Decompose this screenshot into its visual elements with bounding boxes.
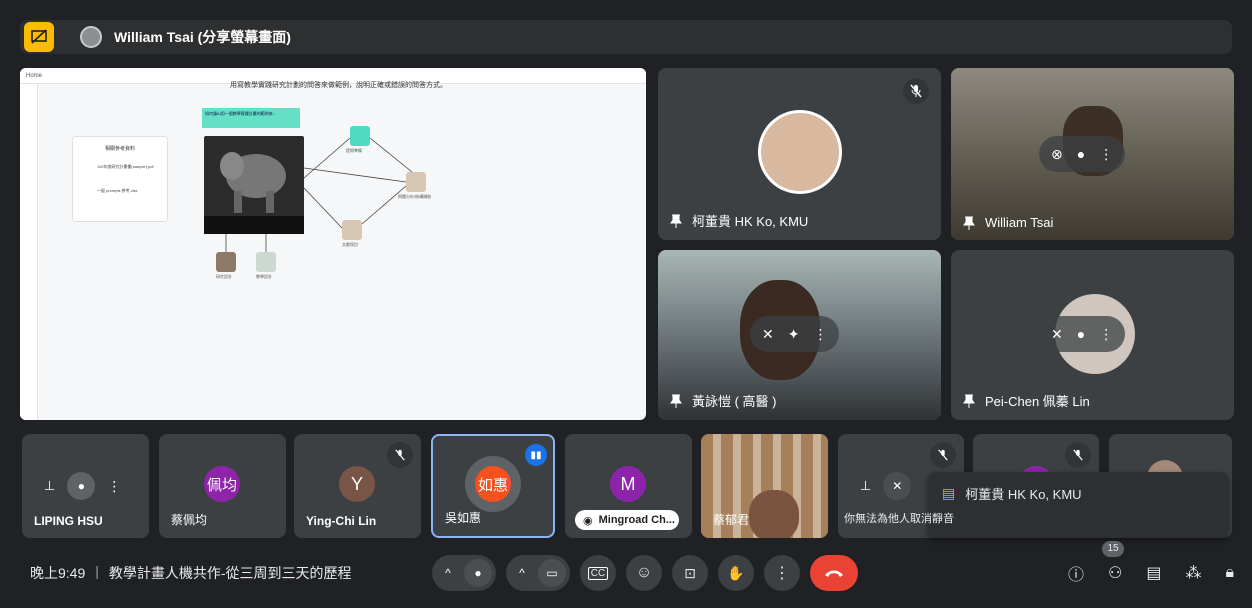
mic-off-icon bbox=[903, 78, 929, 104]
tile-controls[interactable]: ⊥ ✕ bbox=[848, 468, 924, 504]
participant-tile-peichen[interactable]: ✕ ● ⋮ Pei-Chen 佩蓁 Lin bbox=[951, 250, 1234, 420]
peichen-name: Pei-Chen 佩蓁 Lin bbox=[985, 394, 1090, 409]
diagram-arrows bbox=[225, 137, 413, 252]
toast-header: ▤ 柯董貴 HK Ko, KMU bbox=[942, 484, 1082, 503]
camera-icon[interactable]: ▭ bbox=[538, 559, 566, 587]
chevron-up-icon[interactable]: ^ bbox=[436, 566, 460, 580]
participant-tile-ruhui[interactable]: ▮▮ 如惠 吳如惠 bbox=[431, 434, 555, 538]
mic-off-icon[interactable]: ✕ bbox=[883, 472, 912, 500]
shared-screen[interactable]: Home 用寫教學實踐研究計劃的問答來做範例，說明正確或錯誤的問答方式。 相關參… bbox=[20, 68, 646, 420]
mic-icon[interactable]: ● bbox=[1077, 146, 1085, 162]
peijun-avatar: 佩均 bbox=[204, 466, 240, 502]
more-icon[interactable]: ⋮ bbox=[107, 478, 121, 495]
clock-time: 晚上9:49 bbox=[30, 565, 86, 581]
pin-icon[interactable]: ⊥ bbox=[860, 478, 871, 494]
ko-avatar bbox=[758, 110, 842, 194]
huang-name-label: 黃詠愷 ( 高醫 ) bbox=[670, 391, 777, 410]
mic-off-icon bbox=[930, 442, 956, 468]
peichen-name-label: Pei-Chen 佩蓁 Lin bbox=[963, 391, 1090, 410]
william-name: William Tsai bbox=[985, 215, 1054, 230]
william-name-label: William Tsai bbox=[963, 215, 1053, 230]
participant-tile-william[interactable]: ⊗ ● ⋮ William Tsai bbox=[951, 68, 1234, 240]
yingchi-avatar: Y bbox=[339, 466, 375, 502]
presenter-bar: William Tsai (分享螢幕畫面) bbox=[20, 20, 1232, 54]
presenter-name: William Tsai (分享螢幕畫面) bbox=[114, 29, 291, 45]
presentation-icon[interactable] bbox=[24, 22, 54, 52]
mic-control[interactable]: ^ ● bbox=[432, 555, 496, 591]
participant-tile-ko[interactable]: 柯董貴 HK Ko, KMU bbox=[658, 68, 941, 240]
meeting-info: 晚上9:49 | 教學計畫人機共作-從三周到三天的歷程 bbox=[30, 563, 352, 583]
tsai-head bbox=[749, 490, 799, 538]
toast-message: 你無法為他人取消靜音 bbox=[844, 513, 954, 525]
effects-icon[interactable]: ✦ bbox=[788, 326, 800, 343]
host-controls-icon[interactable]: 🔒︎ bbox=[1225, 564, 1234, 582]
chevron-up-icon[interactable]: ^ bbox=[510, 566, 534, 580]
more-icon[interactable]: ⋮ bbox=[1099, 146, 1113, 163]
participant-tile-yingchi[interactable]: Y Ying-Chi Lin bbox=[294, 434, 421, 538]
participant-tile-liping[interactable]: ⊥ ● ⋮ LIPING HSU bbox=[22, 434, 149, 538]
camera-control[interactable]: ^ ▭ bbox=[506, 555, 570, 591]
chat-icon: ▤ bbox=[942, 485, 956, 501]
mingroad-name: Mingroad Ch... bbox=[598, 514, 675, 526]
participant-tile-peijun[interactable]: 佩均 蔡佩均 bbox=[159, 434, 286, 538]
right-controls: ⓘ ⚇ 15 ▤ ⁂ 🔒︎ bbox=[1068, 541, 1234, 598]
liping-controls[interactable]: ⊥ ● ⋮ bbox=[32, 468, 134, 504]
liping-name: LIPING HSU bbox=[34, 514, 103, 528]
mic-icon[interactable]: ● bbox=[464, 559, 492, 587]
peijun-name: 蔡佩均 bbox=[171, 513, 208, 527]
present-screen-icon[interactable]: ⊡ bbox=[672, 555, 708, 591]
william-controls[interactable]: ⊗ ● ⋮ bbox=[1039, 136, 1126, 172]
ko-name-label: 柯董貴 HK Ko, KMU bbox=[670, 211, 808, 230]
more-options-icon[interactable]: ⋮ bbox=[764, 555, 800, 591]
presenter-avatar bbox=[80, 26, 102, 48]
pin-icon[interactable] bbox=[963, 216, 975, 230]
mic-off-icon bbox=[387, 442, 413, 468]
participant-tile-mingroad[interactable]: M ◉ Mingroad Ch... bbox=[565, 434, 692, 538]
meeting-title: 教學計畫人機共作-從三周到三天的歷程 bbox=[108, 565, 352, 581]
more-icon[interactable]: ⋮ bbox=[1099, 326, 1113, 343]
people-icon[interactable]: ⚇ 15 bbox=[1102, 541, 1125, 583]
bottom-bar: 晚上9:49 | 教學計畫人機共作-從三周到三天的歷程 ^ ● ^ ▭ CC ☺… bbox=[0, 541, 1252, 598]
captions-icon[interactable]: CC bbox=[580, 555, 616, 591]
share-icon: ◉ bbox=[583, 514, 593, 527]
pin-icon[interactable] bbox=[670, 214, 682, 228]
mic-off-icon bbox=[1065, 442, 1091, 468]
end-call-button[interactable] bbox=[810, 555, 858, 591]
mingroad-avatar: M bbox=[610, 466, 646, 502]
pin-icon[interactable]: ⊥ bbox=[44, 478, 55, 494]
ko-name: 柯董貴 HK Ko, KMU bbox=[692, 214, 809, 229]
pin-icon[interactable] bbox=[670, 394, 682, 408]
ruhui-avatar: 如惠 bbox=[475, 466, 511, 502]
pin-icon[interactable] bbox=[963, 394, 975, 408]
mingroad-label: ◉ Mingroad Ch... bbox=[575, 510, 679, 530]
emoji-icon[interactable]: ☺ bbox=[626, 555, 662, 591]
mic-icon[interactable]: ● bbox=[67, 472, 96, 500]
mic-icon[interactable]: ● bbox=[1077, 326, 1085, 342]
call-controls: ^ ● ^ ▭ CC ☺ ⊡ ✋ ⋮ bbox=[432, 555, 858, 591]
mic-off-icon[interactable]: ✕ bbox=[1051, 326, 1063, 343]
participant-tile-huang[interactable]: ✕ ✦ ⋮ 黃詠愷 ( 高醫 ) bbox=[658, 250, 941, 420]
participant-count-badge: 15 bbox=[1102, 541, 1125, 557]
chat-icon[interactable]: ▤ bbox=[1146, 563, 1161, 583]
info-icon[interactable]: ⓘ bbox=[1068, 561, 1084, 585]
tsai-name: 蔡郁君 bbox=[713, 513, 750, 527]
activities-icon[interactable]: ⁂ bbox=[1185, 563, 1201, 583]
participant-tile-tsai[interactable]: 蔡郁君 bbox=[701, 434, 828, 538]
speaking-indicator-icon: ▮▮ bbox=[525, 444, 547, 466]
toast-sender: 柯董貴 HK Ko, KMU bbox=[965, 487, 1082, 502]
raise-hand-icon[interactable]: ✋ bbox=[718, 555, 754, 591]
divider: | bbox=[95, 563, 99, 579]
huang-name: 黃詠愷 ( 高醫 ) bbox=[692, 394, 777, 409]
peichen-controls[interactable]: ✕ ● ⋮ bbox=[1039, 316, 1126, 352]
chat-toast[interactable]: ▤ 柯董貴 HK Ko, KMU 你無法為他人取消靜音 bbox=[844, 472, 1228, 538]
yingchi-name: Ying-Chi Lin bbox=[306, 514, 377, 528]
huang-controls[interactable]: ✕ ✦ ⋮ bbox=[750, 316, 840, 352]
phone-hangup-icon bbox=[825, 570, 843, 577]
more-icon[interactable]: ⋮ bbox=[813, 326, 827, 343]
ruhui-name: 吳如惠 bbox=[445, 511, 482, 525]
mic-off-icon[interactable]: ✕ bbox=[762, 326, 774, 343]
pin-icon[interactable]: ⊗ bbox=[1051, 146, 1063, 163]
